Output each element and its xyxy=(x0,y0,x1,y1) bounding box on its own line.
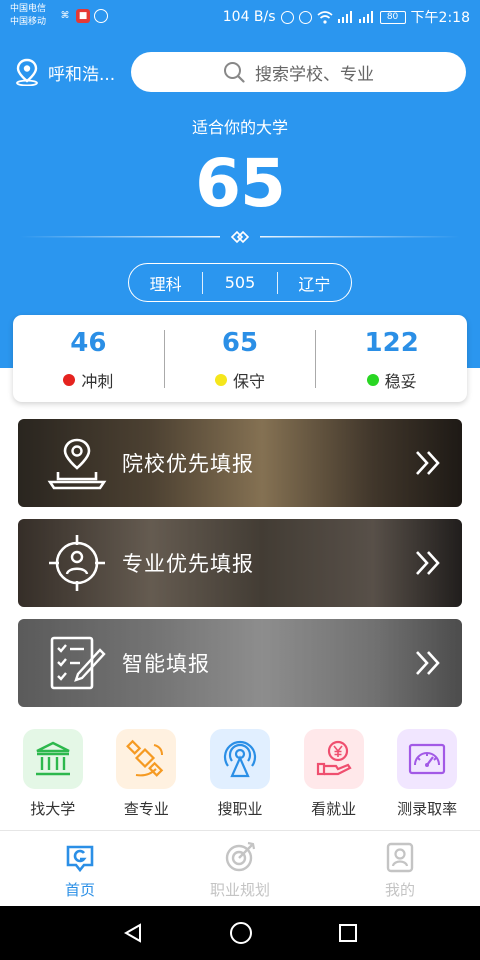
decorative-divider xyxy=(20,230,460,244)
banner-label: 院校优先填报 xyxy=(122,452,254,476)
double-chevron-right-icon xyxy=(416,651,440,675)
stat-conservative[interactable]: 65 保守 xyxy=(165,326,316,392)
banner-label: 智能填报 xyxy=(122,652,210,676)
feature-search-career[interactable]: 搜职业 xyxy=(193,729,287,819)
feature-view-employment[interactable]: 看就业 xyxy=(287,729,381,819)
eye-icon xyxy=(298,10,312,24)
feature-label: 找大学 xyxy=(30,800,76,818)
stat-label: 保守 xyxy=(233,371,266,391)
system-navigation-bar xyxy=(0,906,480,960)
tab-profile[interactable]: 我的 xyxy=(320,831,480,906)
stat-value: 122 xyxy=(364,327,419,358)
exam-info-pill[interactable]: 理科 505 辽宁 xyxy=(128,263,352,302)
location-selector[interactable]: 呼和浩... xyxy=(14,58,115,86)
carrier-1: 中国电信 xyxy=(10,4,47,14)
smart-fill-banner[interactable]: 智能填报 xyxy=(18,619,462,707)
green-dot-icon xyxy=(366,373,379,386)
feature-icon-tile xyxy=(116,729,177,789)
home-circle-icon[interactable] xyxy=(229,921,253,945)
double-chevron-right-icon xyxy=(416,551,440,575)
yuan-hand-icon xyxy=(316,740,352,776)
sync-notification-icon xyxy=(94,9,108,23)
back-icon[interactable] xyxy=(122,922,144,944)
recents-icon[interactable] xyxy=(338,923,358,943)
double-chevron-right-icon xyxy=(416,451,440,475)
notification-icons: ⌘ ■ xyxy=(58,9,108,23)
wifi-icon xyxy=(317,10,333,24)
broadcast-tower-icon xyxy=(223,740,257,778)
laptop-location-icon xyxy=(47,438,107,490)
stat-caption: 稳妥 xyxy=(316,368,467,392)
checklist-pen-icon xyxy=(50,636,106,690)
feature-grid: 找大学 查专业 搜职业 看就业 测录取率 xyxy=(6,729,474,819)
tab-home[interactable]: 首页 xyxy=(0,831,160,906)
location-pin-icon xyxy=(16,58,38,86)
stat-label: 冲刺 xyxy=(81,371,114,391)
profile-icon xyxy=(386,842,414,873)
stat-value: 46 xyxy=(70,327,107,358)
carrier-info: 中国电信 中国移动 xyxy=(10,3,46,29)
feature-check-major[interactable]: 查专业 xyxy=(100,729,194,819)
red-dot-icon xyxy=(63,373,76,386)
stat-safe[interactable]: 122 稳妥 xyxy=(316,326,467,392)
clock: 下午2:18 xyxy=(410,10,470,26)
battery-icon: 80 xyxy=(379,10,406,24)
feature-label: 搜职业 xyxy=(217,800,263,818)
stat-value: 65 xyxy=(221,327,259,358)
feature-label: 看就业 xyxy=(311,800,357,818)
tab-career-planning[interactable]: 职业规划 xyxy=(160,831,320,906)
stat-caption: 保守 xyxy=(165,368,316,392)
feature-icon-tile xyxy=(22,729,83,789)
feature-label: 查专业 xyxy=(123,800,169,818)
location-label: 呼和浩... xyxy=(48,64,116,85)
home-icon xyxy=(66,845,94,873)
mail-notification-icon: ■ xyxy=(76,9,90,23)
tab-label: 首页 xyxy=(64,881,95,899)
status-bar: 中国电信 中国移动 ⌘ ■ 104 B/s 80 下午2:18 xyxy=(0,0,480,34)
yellow-dot-icon xyxy=(215,373,227,386)
target-person-icon xyxy=(49,535,105,591)
satellite-icon xyxy=(126,739,164,777)
search-box[interactable]: 搜索学校、专业 xyxy=(131,52,466,92)
major-priority-banner[interactable]: 专业优先填报 xyxy=(18,519,462,607)
admission-stats-card: 46 冲刺 65 保守 122 稳妥 xyxy=(13,315,467,402)
carrier-2: 中国移动 xyxy=(10,17,47,27)
career-icon xyxy=(225,841,256,872)
feature-icon-tile xyxy=(303,729,364,789)
feature-icon-tile xyxy=(209,729,270,789)
stat-label: 稳妥 xyxy=(384,371,417,391)
net-speed: 104 B/s xyxy=(222,9,276,25)
stat-sprint[interactable]: 46 冲刺 xyxy=(13,326,164,392)
gauge-icon xyxy=(409,743,446,775)
feature-label: 测录取率 xyxy=(397,800,458,818)
search-placeholder: 搜索学校、专业 xyxy=(255,64,374,85)
feature-icon-tile xyxy=(397,729,458,789)
score-label: 505 xyxy=(224,273,256,292)
search-icon xyxy=(224,62,245,83)
province-label: 辽宁 xyxy=(298,274,331,294)
alarm-icon xyxy=(280,10,294,24)
school-priority-banner[interactable]: 院校优先填报 xyxy=(18,419,462,507)
feature-find-university[interactable]: 找大学 xyxy=(6,729,100,819)
signal-4g-icon xyxy=(337,11,354,23)
bottom-tab-bar: 首页 职业规划 我的 xyxy=(0,830,480,906)
subject-label: 理科 xyxy=(149,274,182,294)
tab-label: 职业规划 xyxy=(209,881,270,899)
stat-caption: 冲刺 xyxy=(13,368,164,392)
fit-universities-count: 65 xyxy=(195,145,286,222)
app-notification-icon: ⌘ xyxy=(60,11,70,21)
status-right: 104 B/s 80 下午2:18 xyxy=(223,7,470,27)
feature-admission-rate[interactable]: 测录取率 xyxy=(380,729,474,819)
university-icon xyxy=(35,741,70,776)
signal-icon xyxy=(358,11,375,23)
fit-universities-label: 适合你的大学 xyxy=(191,118,288,137)
banner-label: 专业优先填报 xyxy=(122,552,254,576)
tab-label: 我的 xyxy=(384,881,415,899)
